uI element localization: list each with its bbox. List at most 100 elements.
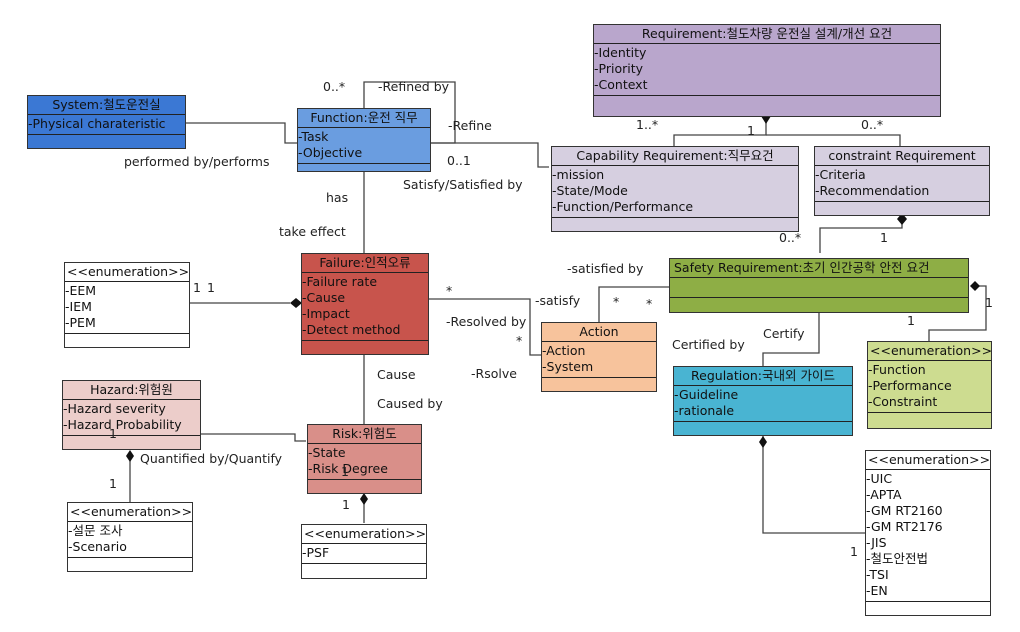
class-title: Function:운전 직무 [298,109,430,128]
attribute: Context [594,77,940,93]
multiplicity-label: * [646,296,653,311]
class-title: <<enumeration>> [302,525,426,544]
class-title: Failure:인적오류 [302,254,428,273]
class-title: Action [542,323,656,342]
class-requirement[interactable]: Requirement:철도차량 운전실 설계/개선 요건 Identity P… [593,24,941,117]
edge-system-function [186,122,297,144]
multiplicity-label: 1..* [636,117,659,132]
role-label: -Refine [448,118,492,133]
class-system[interactable]: System:철도운전실 Physical charateristic [27,95,186,149]
attribute: JIS [866,535,990,551]
class-failure[interactable]: Failure:인적오류 Failure rate Cause Impact D… [301,253,429,355]
class-risk[interactable]: Risk:위험도 State Risk Degree [307,424,422,494]
role-label: -satisfied by [567,261,644,276]
attribute: rationale [674,403,852,419]
class-title: Risk:위험도 [308,425,421,444]
class-function[interactable]: Function:운전 직무 Task Objective [297,108,431,172]
attribute: mission [552,167,798,183]
class-title: <<enumeration>> [866,451,990,470]
class-constraint-requirement[interactable]: constraint Requirement Criteria Recommen… [814,146,990,216]
attribute: Scenario [68,539,192,555]
multiplicity-label: * [446,283,453,298]
attribute: Recommendation [815,183,989,199]
multiplicity-label: 0..1 [447,153,471,168]
multiplicity-label: 1 [985,295,993,310]
composition-diamond-hazard [126,450,134,462]
multiplicity-label: 0..* [779,230,802,245]
attribute: PSF [302,545,426,561]
role-label: -Refined by [378,79,450,94]
class-title: Hazard:위험원 [63,381,200,400]
multiplicity-label: 1 [109,476,117,491]
attribute: 설문 조사 [68,523,192,539]
attribute: Action [542,343,656,359]
association-label: Quantified by/Quantify [140,451,283,466]
class-enumeration-error[interactable]: <<enumeration>> EEM IEM PEM [64,262,190,348]
attribute: PEM [65,315,189,331]
attribute: EN [866,583,990,599]
attribute: Hazard severity [63,401,200,417]
class-capability-requirement[interactable]: Capability Requirement:직무요건 mission Stat… [551,146,799,232]
role-label: -Resolved by [446,314,527,329]
class-title: Capability Requirement:직무요건 [552,147,798,166]
attribute: GM RT2176 [866,519,990,535]
attribute: TSI [866,567,990,583]
class-title: Regulation:국내외 가이드 [674,367,852,386]
attribute: Physical charateristic [28,116,185,132]
edge-requirement-constraint [766,134,901,146]
multiplicity-label: * [613,294,620,309]
association-label: Cause [377,367,416,382]
multiplicity-label: * [516,333,523,348]
attribute: State [308,445,421,461]
multiplicity-label: 0..* [861,117,884,132]
class-title: <<enumeration>> [65,263,189,282]
attribute: 철도안전법 [866,551,990,567]
attribute: Priority [594,61,940,77]
attribute: IEM [65,299,189,315]
attribute: Task [298,129,430,145]
attribute: State/Mode [552,183,798,199]
class-enumeration-safety[interactable]: <<enumeration>> Function Performance Con… [867,341,992,429]
class-regulation[interactable]: Regulation:국내외 가이드 Guideline rationale [673,366,853,436]
composition-diamond-safety [970,281,980,291]
edge-hazard-risk [200,433,306,442]
class-hazard[interactable]: Hazard:위험원 Hazard severity Hazard Probab… [62,380,201,450]
class-title: Requirement:철도차량 운전실 설계/개선 요건 [594,25,940,44]
class-title: Safety Requirement:초기 인간공학 안전 요건 [670,259,968,278]
multiplicity-label: 1 [193,280,201,295]
association-label: Certify [763,326,805,341]
attribute: Risk Degree [308,461,421,477]
class-title: <<enumeration>> [868,342,992,361]
association-label: Satisfy/Satisfied by [403,177,523,192]
multiplicity-label: 1 [880,230,888,245]
edge-safety-action [598,286,669,322]
attribute: System [542,359,656,375]
class-enumeration-regulation[interactable]: <<enumeration>> UIC APTA GM RT2160 GM RT… [865,450,991,616]
attribute: Function/Performance [552,199,798,215]
attribute: Identity [594,45,940,61]
attribute: EEM [65,283,189,299]
association-label: has [326,190,349,205]
attribute: GM RT2160 [866,503,990,519]
class-enumeration-risk[interactable]: <<enumeration>> PSF [301,524,427,579]
attribute: Cause [302,290,428,306]
attribute: Objective [298,145,430,161]
multiplicity-label: 1 [109,426,117,441]
association-label: Caused by [377,396,443,411]
class-title: <<enumeration>> [68,503,192,522]
attribute: Impact [302,306,428,322]
class-action[interactable]: Action Action System [541,322,657,392]
composition-diamond-risk [360,493,368,505]
association-label: take effect [279,224,346,239]
attribute: Function [868,362,991,378]
attribute: Performance [868,378,991,394]
class-safety-requirement[interactable]: Safety Requirement:초기 인간공학 안전 요건 [669,258,969,313]
attribute: Detect method [302,322,428,338]
class-enumeration-hazard[interactable]: <<enumeration>> 설문 조사 Scenario [67,502,193,572]
multiplicity-label: 1 [207,280,215,295]
multiplicity-label: 0..* [323,79,346,94]
edge-constraint-safety [819,218,903,253]
class-title: System:철도운전실 [28,96,185,115]
multiplicity-label: 1 [850,544,858,559]
attribute: Constraint [868,394,991,410]
